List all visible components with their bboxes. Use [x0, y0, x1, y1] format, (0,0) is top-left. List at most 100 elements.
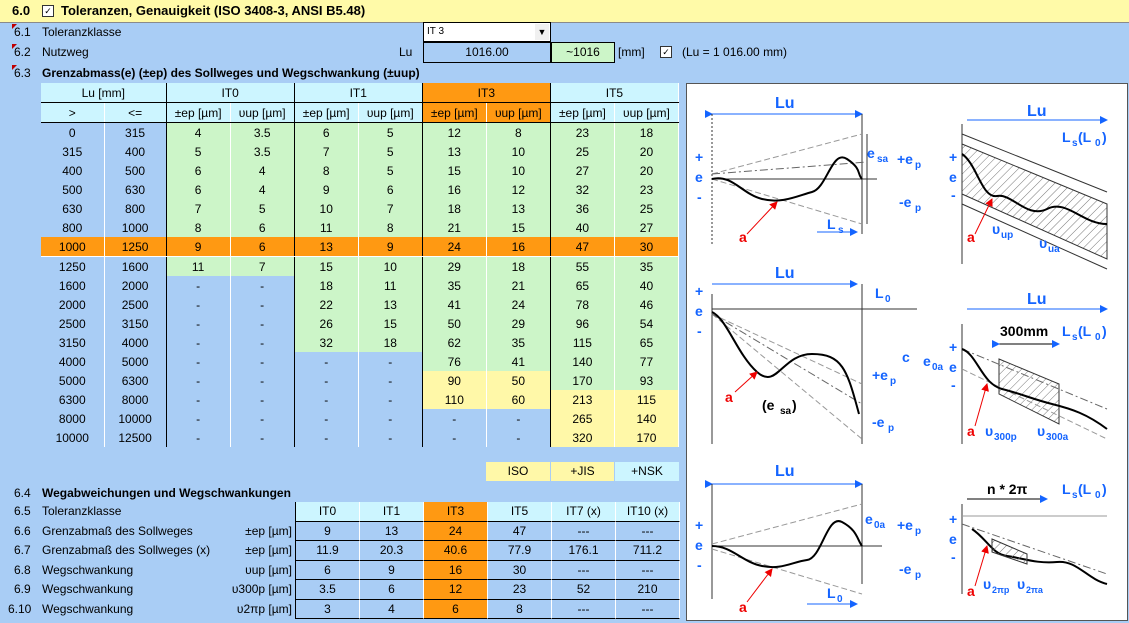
row-number: 6.5: [14, 504, 31, 518]
lu-text: Lu: [1027, 103, 1047, 120]
ep-minus-text: -e: [872, 414, 885, 430]
subheader: ±ep [µm]: [166, 102, 231, 123]
table-cell: IT10 (x): [616, 502, 680, 522]
lu-checkbox[interactable]: ✓: [660, 46, 672, 58]
vua-text: υ: [1039, 235, 1047, 251]
table-row[interactable]: 5000 6300- - - -90 50 170 93: [41, 371, 680, 390]
table-cell: -: [166, 295, 231, 314]
table-cell: -: [294, 390, 359, 409]
lsl0-close: ): [1102, 323, 1107, 339]
table-row[interactable]: 6300 8000- - - -110 60 213 115: [41, 390, 680, 409]
e-text: e: [949, 531, 957, 547]
lsl0-zero: 0: [1095, 138, 1101, 149]
table-cell: IT7 (x): [552, 502, 616, 522]
diagram-panel: Lu e sa +e p -e p + e - a L s Lu L s (L …: [686, 83, 1128, 621]
table-cell: 24: [424, 521, 488, 541]
subheader: ±ep [µm]: [422, 102, 487, 123]
table-cell: 140: [614, 409, 680, 428]
table-cell: -: [166, 371, 231, 390]
table-cell: 2000: [104, 276, 167, 295]
table-cell: 5: [358, 122, 423, 142]
table-row[interactable]: 10000 12500- - - - - -320 170: [41, 428, 680, 447]
section-checkbox[interactable]: ✓: [42, 5, 54, 17]
table-cell: 5: [358, 161, 423, 180]
table-row[interactable]: 4000 5000- - - -76 41 140 77: [41, 352, 680, 371]
select-value: IT 3: [427, 26, 445, 37]
table-cell: 8: [486, 122, 551, 142]
table-cell: 115: [550, 333, 615, 352]
table-row[interactable]: 3150 4000- -32 18 62 35 115 65: [41, 333, 680, 352]
ep-minus-sub: p: [888, 423, 894, 434]
plus-text: +: [949, 149, 957, 165]
lu-header: Lu [mm]: [41, 83, 167, 103]
table-cell: 93: [614, 371, 680, 390]
table-row[interactable]: 2500 3150- -26 15 50 29 96 54: [41, 314, 680, 333]
table-cell: 6: [230, 218, 295, 237]
table-row: 6.6 Grenzabmaß des Sollweges ±ep [µm] 9 13 24…: [0, 521, 686, 541]
table-cell: 23: [550, 122, 615, 142]
table-row[interactable]: 0 315 4 3.5 6 5 12 8 23 18: [41, 122, 680, 142]
ep-plus-sub: p: [915, 160, 921, 171]
table-cell: 18: [294, 276, 359, 295]
diagram-l0: Lu + e - e 0a +e p -e p a L 0: [695, 463, 921, 615]
table-row[interactable]: 500 630 6 4 9 6 16 12 32 23: [41, 180, 680, 199]
a-text: a: [967, 229, 975, 245]
table-cell: 7: [166, 199, 231, 218]
unit-label: υ2πp [µm]: [236, 601, 292, 616]
table-row[interactable]: 8000 10000- - - - - -265 140: [41, 409, 680, 428]
unit-label: [mm]: [618, 45, 645, 59]
table-cell: -: [486, 428, 551, 447]
table-cell: -: [358, 352, 423, 371]
lu-text: Lu: [775, 95, 795, 112]
c-text: c: [902, 349, 910, 365]
table-cell: 115: [614, 390, 680, 409]
table-border: [295, 502, 296, 619]
table-row[interactable]: 800 1000 8 6 11 8 21 15 40 27: [41, 218, 680, 237]
table-cell: 6: [230, 237, 295, 257]
table-cell: 27: [614, 218, 680, 237]
table-cell: 24: [422, 237, 487, 257]
v300a-text: υ: [1037, 423, 1045, 439]
ep-plus-sub: p: [915, 526, 921, 537]
table-row[interactable]: 1600 2000- -18 11 35 21 65 40: [41, 276, 680, 295]
table-cell: 23: [488, 580, 552, 600]
table-cell: 9: [358, 237, 423, 257]
table-cell: 18: [422, 199, 487, 218]
table-subheader-row: > <= ±ep [µm] υup [µm] ±ep [µm] υup [µm]…: [41, 102, 680, 123]
table-cell: 1250: [104, 237, 167, 257]
table-cell: 15: [486, 218, 551, 237]
table-cell: 55: [550, 256, 615, 276]
table-row[interactable]: 630 800 7 5 10 7 18 13 36 25: [41, 199, 680, 218]
gt-header: >: [41, 102, 105, 123]
table-cell: 40.6: [424, 541, 488, 561]
table-cell: 3.5: [230, 142, 295, 161]
ep-plus-text: +e: [897, 151, 913, 167]
table-cell: 5: [358, 142, 423, 161]
table-cell: -: [358, 428, 423, 447]
table-cell: 35: [422, 276, 487, 295]
lu-input[interactable]: 1016.00: [423, 42, 551, 63]
toleranzklasse-select[interactable]: IT 3 ▼: [423, 22, 551, 42]
e-sa-text: e: [867, 145, 875, 161]
wegabweichungen-title: Wegabweichungen und Wegschwankungen: [42, 486, 291, 500]
table-row[interactable]: 2000 2500- -22 13 41 24 78 46: [41, 295, 680, 314]
table-cell: 18: [358, 333, 423, 352]
esa-paren-text: (e: [762, 397, 775, 413]
lu-text: Lu: [1027, 291, 1047, 308]
table-row[interactable]: 315 400 5 3.5 7 5 13 10 25 20: [41, 142, 680, 161]
table-row[interactable]: 1250 1600 11 7 15 10 29 18 55 35: [41, 256, 680, 276]
row-6-3-number-cell: 6.3: [12, 65, 36, 81]
row-number: 6.4: [14, 486, 31, 500]
table-cell: 46: [614, 295, 680, 314]
e-text: e: [695, 303, 703, 319]
table-row[interactable]: 400 500 6 4 8 5 15 10 27 20: [41, 161, 680, 180]
chevron-down-icon[interactable]: ▼: [535, 24, 549, 40]
table-cell: 0: [41, 122, 105, 142]
table-cell: 800: [41, 218, 105, 237]
table-cell: 12500: [104, 428, 167, 447]
table-cell: 11: [358, 276, 423, 295]
table-cell: 10: [486, 161, 551, 180]
minus-text: -: [951, 187, 956, 203]
table-cell: IT1: [360, 502, 424, 522]
table-row[interactable]: 1000 1250 9 6 13 9 24 16 47 30: [41, 237, 680, 257]
